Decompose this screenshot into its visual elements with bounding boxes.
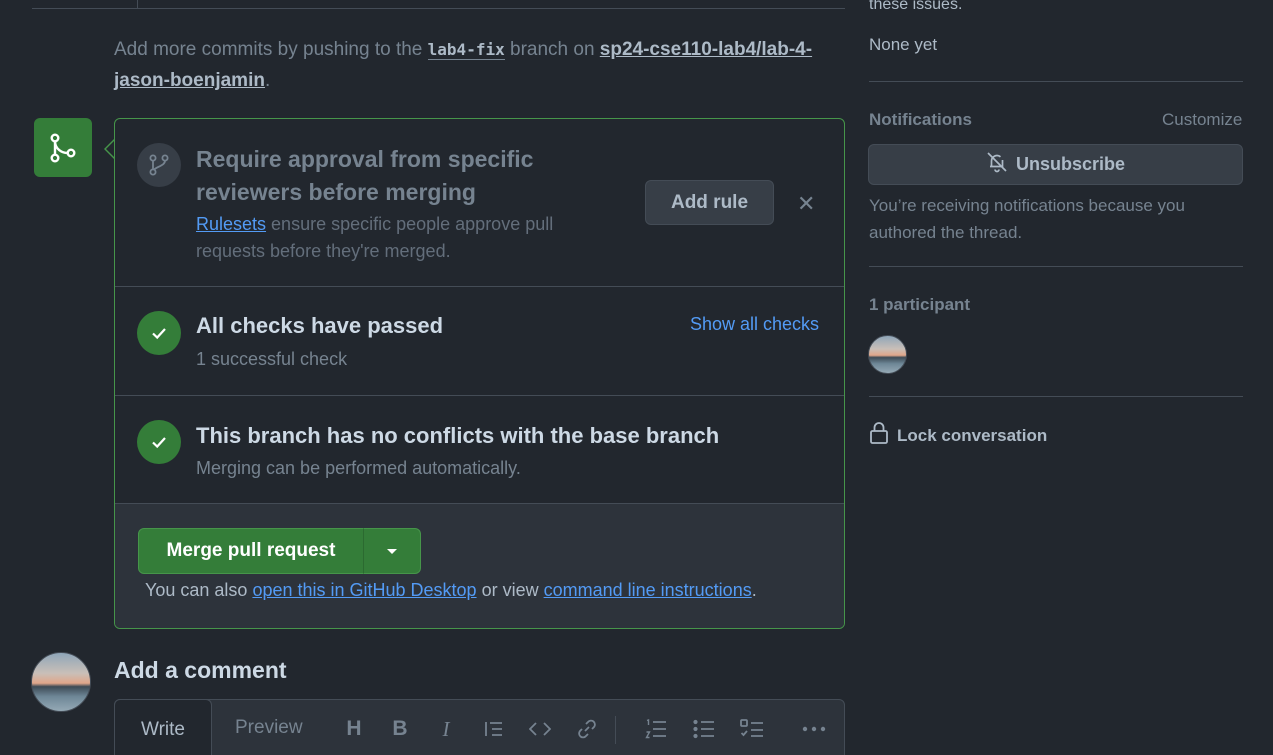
link-icon[interactable] — [574, 716, 600, 742]
code-icon[interactable] — [527, 716, 553, 742]
participants-label: 1 participant — [869, 295, 971, 314]
bold-icon[interactable]: B — [387, 716, 413, 742]
more-options-icon[interactable] — [801, 716, 827, 742]
or-view-text: or view — [481, 580, 539, 600]
ruleset-section: Require approval from specific reviewers… — [115, 119, 844, 287]
also-prefix: You can also — [145, 580, 248, 600]
customize-link[interactable]: Customize — [1162, 110, 1242, 130]
avatar[interactable] — [31, 652, 91, 712]
comment-editor: Write Preview H B I — [114, 699, 845, 755]
branch-name: lab4-fix — [427, 40, 505, 60]
sidebar-divider — [869, 266, 1243, 267]
check-icon — [137, 311, 181, 355]
merge-options-dropdown[interactable] — [363, 528, 421, 574]
command-line-link[interactable]: command line instructions — [544, 580, 752, 600]
sidebar-divider — [869, 81, 1243, 82]
conflicts-title: This branch has no conflicts with the ba… — [196, 423, 720, 448]
caret-down-icon — [387, 548, 397, 554]
unsubscribe-button[interactable]: Unsubscribe — [868, 144, 1243, 185]
ruleset-title: Require approval from specific reviewers… — [196, 146, 534, 205]
merge-alternatives: You can also open this in GitHub Desktop… — [145, 580, 757, 601]
checks-title: All checks have passed — [196, 313, 444, 338]
timeline-notch — [137, 0, 138, 8]
lock-conversation-link[interactable]: Lock conversation — [869, 421, 1047, 450]
timeline-divider — [32, 8, 845, 9]
add-comment-heading: Add a comment — [114, 657, 287, 683]
dismiss-icon[interactable]: ✕ — [797, 191, 815, 217]
conflicts-subtitle: Merging can be performed automatically. — [196, 458, 521, 478]
lock-icon — [869, 421, 889, 450]
show-all-checks-link[interactable]: Show all checks — [690, 314, 819, 335]
tab-write[interactable]: Write — [114, 699, 212, 755]
participant-avatar[interactable] — [868, 335, 907, 374]
push-hint-suffix: . — [264, 70, 271, 91]
bell-slash-icon — [986, 151, 1008, 178]
notifications-label: Notifications — [869, 110, 972, 129]
lock-conversation-label: Lock conversation — [897, 425, 1048, 445]
toolbar-divider — [615, 716, 616, 744]
unordered-list-icon[interactable] — [691, 716, 717, 742]
italic-icon[interactable]: I — [433, 716, 459, 742]
notification-reason: You’re receiving notifications because y… — [869, 196, 1185, 242]
git-merge-icon — [34, 118, 92, 177]
push-hint-prefix: Add more commits by pushing to the — [114, 39, 423, 60]
check-icon — [137, 420, 181, 464]
github-desktop-link[interactable]: open this in GitHub Desktop — [252, 580, 476, 600]
checks-subtitle: 1 successful check — [196, 349, 348, 369]
merge-actions-section: Merge pull request You can also open thi… — [115, 504, 844, 628]
ruleset-description: Rulesets ensure specific people approve … — [196, 211, 596, 265]
tab-preview[interactable]: Preview — [235, 717, 303, 739]
merge-box: Require approval from specific reviewers… — [114, 118, 845, 629]
milestone-none: None yet — [869, 35, 938, 54]
checks-section: All checks have passed 1 successful chec… — [115, 287, 844, 396]
push-hint-middle: branch on — [510, 39, 595, 60]
ordered-list-icon[interactable] — [643, 716, 669, 742]
sidebar-divider — [869, 396, 1243, 397]
quote-icon[interactable] — [481, 716, 507, 742]
task-list-icon[interactable] — [739, 716, 765, 742]
merge-pull-request-button[interactable]: Merge pull request — [138, 528, 364, 574]
add-rule-button[interactable]: Add rule — [645, 180, 774, 225]
period: . — [751, 580, 757, 600]
heading-icon[interactable]: H — [341, 716, 367, 742]
push-hint: Add more commits by pushing to the lab4-… — [114, 34, 849, 96]
branch-icon — [137, 143, 181, 187]
issues-hint: these issues. — [869, 0, 963, 13]
unsubscribe-label: Unsubscribe — [1015, 154, 1126, 174]
rulesets-link[interactable]: Rulesets — [196, 214, 266, 234]
conflicts-section: This branch has no conflicts with the ba… — [115, 396, 844, 504]
